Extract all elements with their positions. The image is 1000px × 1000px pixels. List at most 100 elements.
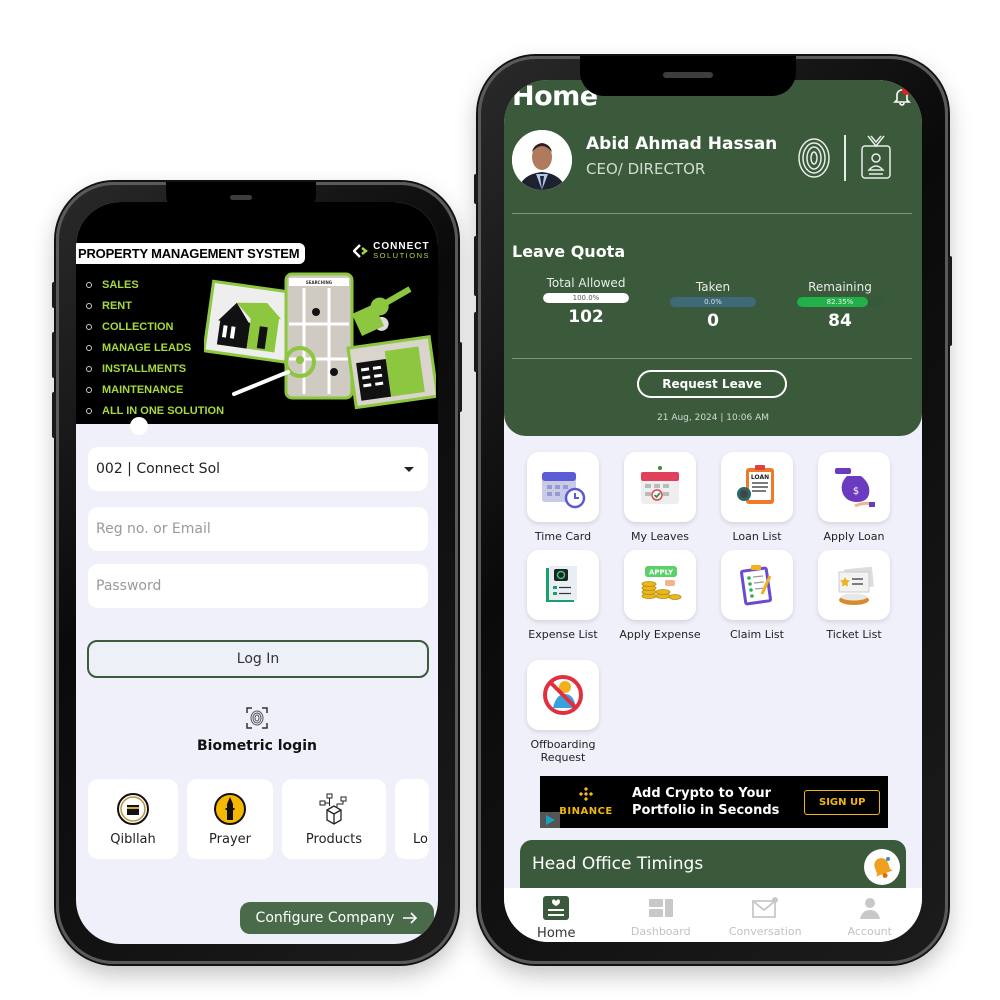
banner-page-indicator[interactable] <box>130 417 148 435</box>
tile-label: Claim List <box>730 628 784 641</box>
ad-play-icon[interactable] <box>540 812 560 828</box>
configure-company-button[interactable]: Configure Company <box>240 902 434 934</box>
biometric-login-label[interactable]: Biometric login <box>76 738 438 754</box>
timestamp: 21 Aug, 2024 | 10:06 AM <box>657 413 769 423</box>
password-input[interactable]: Password <box>88 564 428 608</box>
dropdown-caret-icon <box>404 466 414 472</box>
brand-subname: SOLUTIONS <box>373 251 430 260</box>
ad-signup-button[interactable]: SIGN UP <box>804 789 881 815</box>
tile-products[interactable]: Products <box>282 779 386 859</box>
binance-ad-banner[interactable]: BINANCE Add Crypto to Your Portfolio in … <box>540 776 888 828</box>
user-role: CEO/ DIRECTOR <box>586 160 706 178</box>
feature-label: COLLECTION <box>102 320 174 333</box>
tile-apply-expense[interactable]: APPLY Apply Expense <box>615 550 705 641</box>
stat-taken: Taken 0.0% 0 <box>653 280 773 331</box>
feature-label: RENT <box>102 299 132 312</box>
nav-label: Conversation <box>728 925 802 938</box>
company-select-value: 002 | Connect Sol <box>96 461 221 477</box>
nav-label: Home <box>537 926 576 941</box>
mute-switch <box>52 282 56 308</box>
brand-logo: CONNECT SOLUTIONS <box>353 242 430 260</box>
bullet-icon <box>86 386 92 393</box>
power-button <box>948 256 952 346</box>
feature-label: INSTALLMENTS <box>102 362 187 375</box>
calendar-check-icon <box>641 466 679 504</box>
bullet-icon <box>86 365 92 372</box>
svg-text:APPLY: APPLY <box>649 569 674 577</box>
bottom-navigation: Home Dashboard Conversation Account <box>504 888 922 942</box>
tile-loan-list[interactable]: LOAN Loan List <box>712 452 802 543</box>
home-card-icon <box>543 896 570 920</box>
user-icon <box>859 898 880 919</box>
tile-label: Apply Loan <box>823 530 885 543</box>
tile-label: Prayer <box>209 831 251 847</box>
stat-remaining: Remaining 82.35% 84 <box>780 280 900 331</box>
bullet-icon <box>86 344 92 351</box>
tile-my-leaves[interactable]: My Leaves <box>615 452 705 543</box>
tile-ticket-list[interactable]: Ticket List <box>809 550 899 641</box>
connect-logo-icon <box>353 244 369 258</box>
user-photo <box>512 130 572 190</box>
stat-value: 84 <box>828 311 852 331</box>
tile-prayer[interactable]: Prayer <box>187 779 273 859</box>
stat-total-allowed: Total Allowed 100.0% 102 <box>526 276 646 327</box>
profile-panel: Home Abid Ahmad Hassan CEO/ DIRECTOR Lea… <box>504 80 922 436</box>
ticket-icon <box>838 566 874 605</box>
fingerprint-icon[interactable] <box>796 136 832 180</box>
tile-offboarding-request[interactable]: Offboarding Request <box>518 660 608 764</box>
person-prohibited-icon <box>543 675 583 715</box>
progress-percent: 82.35% <box>826 298 854 306</box>
progress-percent: 0.0% <box>704 298 722 306</box>
envelope-icon <box>752 897 779 918</box>
notification-bell-icon[interactable] <box>892 86 912 106</box>
tile-qibla[interactable]: Qibllah <box>88 779 178 859</box>
login-button[interactable]: Log In <box>87 640 429 678</box>
home-screen: Home Abid Ahmad Hassan CEO/ DIRECTOR Lea… <box>504 80 922 942</box>
apply-coins-icon: APPLY <box>641 566 682 600</box>
nav-home[interactable]: Home <box>508 896 604 941</box>
tile-time-card[interactable]: Time Card <box>518 452 608 543</box>
tile-claim-list[interactable]: Claim List <box>712 550 802 641</box>
progress-percent: 100.0% <box>572 294 600 302</box>
power-button <box>458 342 462 412</box>
nav-account[interactable]: Account <box>822 896 918 938</box>
divider <box>844 135 846 181</box>
clipboard-checklist-icon <box>740 565 772 606</box>
id-card-icon[interactable] <box>860 134 892 180</box>
bell-icon[interactable] <box>864 849 900 885</box>
bullet-icon <box>86 323 92 330</box>
volume-up-button <box>52 332 56 378</box>
tile-label: Lo <box>413 831 428 847</box>
fingerprint-scan-icon[interactable] <box>245 706 269 730</box>
login-screen: PROPERTY MANAGEMENT SYSTEM CONNECT SOLUT… <box>76 202 438 944</box>
tile-expense-list[interactable]: Expense List <box>518 550 608 641</box>
dashboard-phone: Home Abid Ahmad Hassan CEO/ DIRECTOR Lea… <box>474 56 952 964</box>
notch <box>580 56 796 96</box>
progress-bar: 82.35% <box>797 297 883 307</box>
request-leave-button[interactable]: Request Leave <box>637 370 787 398</box>
company-select[interactable]: 002 | Connect Sol <box>88 447 428 491</box>
stat-value: 0 <box>707 311 719 331</box>
products-box-icon <box>319 793 347 825</box>
tile-label: Ticket List <box>826 628 882 641</box>
configure-company-label: Configure Company <box>255 910 395 926</box>
tile-apply-loan[interactable]: $ Apply Loan <box>809 452 899 543</box>
bullet-icon <box>86 302 92 309</box>
reg-email-input[interactable]: Reg no. or Email <box>88 507 428 551</box>
avatar[interactable] <box>512 130 572 190</box>
svg-text:$: $ <box>853 486 859 497</box>
arrow-right-icon <box>403 912 418 924</box>
nav-conversation[interactable]: Conversation <box>717 896 813 938</box>
feature-label: SALES <box>102 278 139 291</box>
money-bag-icon: $ <box>835 468 875 508</box>
tile-label: Qibllah <box>110 831 156 847</box>
kaaba-compass-icon <box>117 792 149 825</box>
login-phone: PROPERTY MANAGEMENT SYSTEM CONNECT SOLUT… <box>52 182 462 964</box>
nav-dashboard[interactable]: Dashboard <box>613 896 709 938</box>
property-search-illustration: SEARCHING <box>204 272 436 410</box>
tile-partial[interactable]: Lo <box>395 779 429 859</box>
quick-tiles: Qibllah Prayer Products Lo <box>88 779 429 859</box>
tile-label: Offboarding Request <box>530 738 596 764</box>
user-name: Abid Ahmad Hassan <box>586 134 778 154</box>
ad-message-line2: Portfolio in Seconds <box>632 803 780 818</box>
